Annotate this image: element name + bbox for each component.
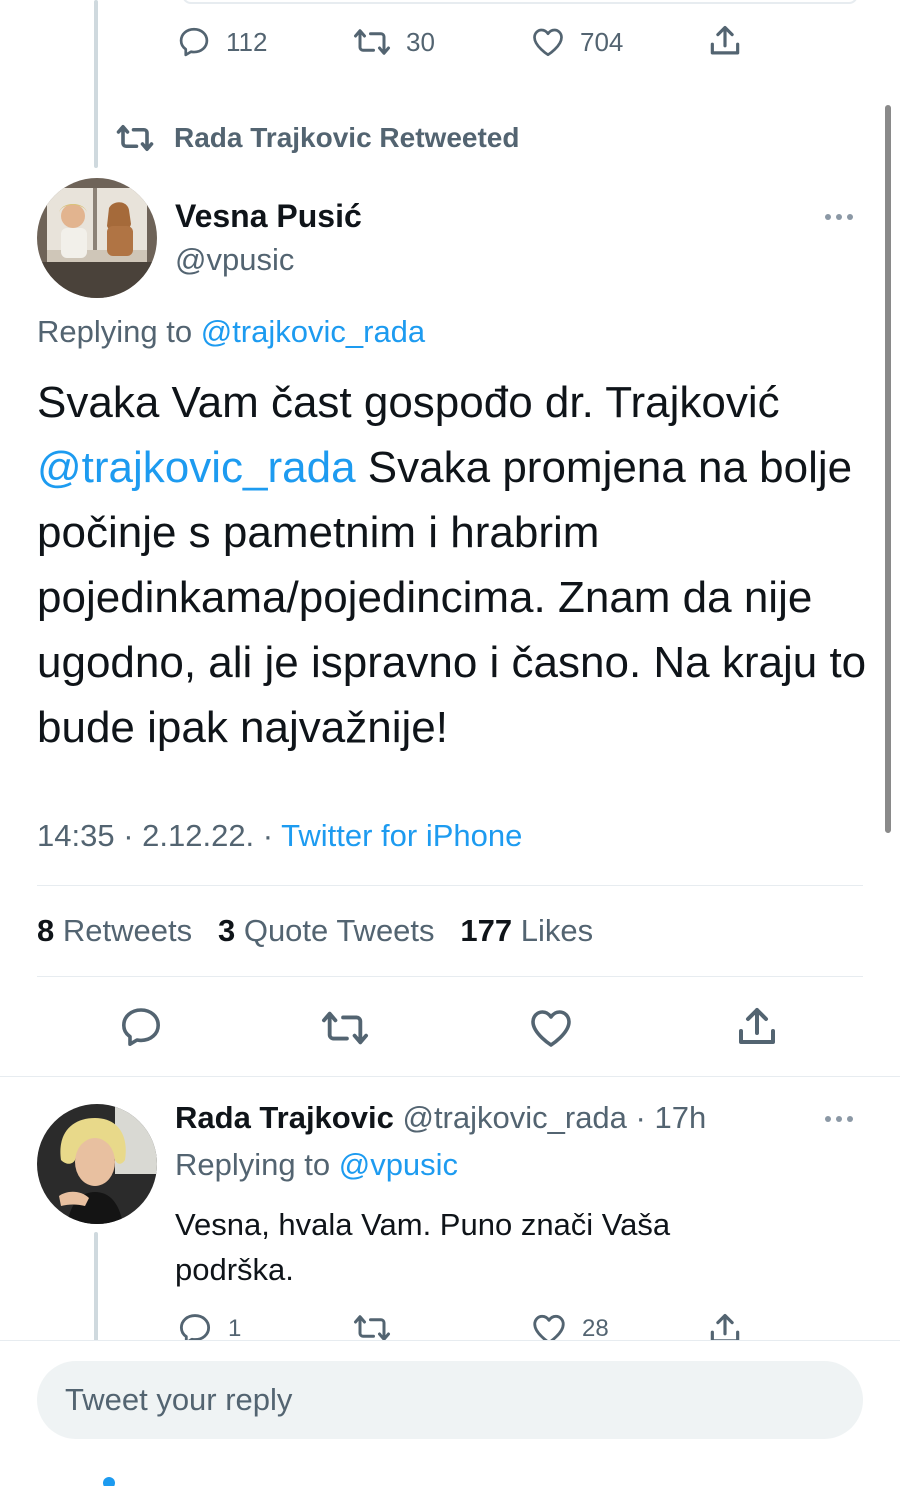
divider [37,885,863,886]
reply-actions-clip: 1 28 [0,1300,900,1340]
indicator-dot [103,1477,115,1486]
replying-prefix: Replying to [37,314,193,349]
avatar[interactable] [37,1104,157,1224]
prev-reply-button[interactable]: 112 [176,24,267,60]
prev-reply-count: 112 [226,26,268,57]
reply-more-options-button[interactable] [825,1116,853,1122]
share-icon [710,25,740,55]
tweet-text: Svaka Vam čast gospođo dr. Trajković @tr… [37,370,877,760]
reply-icon [179,1314,211,1340]
tweet-source-link[interactable]: Twitter for iPhone [281,818,522,853]
more-dot [825,1116,831,1122]
quotes-count: 3 [217,913,236,948]
reply-replying-to: Replying to @vpusic [175,1147,458,1183]
reply-icon [179,27,209,57]
divider [0,1076,900,1077]
replying-to-link[interactable]: @trajkovic_rada [201,314,425,349]
heart-icon [533,28,563,57]
prev-retweet-count: 30 [406,26,435,57]
retweets-label: Retweets [62,913,193,948]
reply-text: Vesna, hvala Vam. Puno znači Vaša podršk… [175,1207,671,1287]
tweet-stats: 8 Retweets 3 Quote Tweets 177 Likes [37,913,593,949]
heart-icon [531,1010,571,1047]
retweets-stat[interactable]: 8 Retweets [37,913,192,948]
prev-tweet-edge [182,0,858,4]
share-icon [710,1313,740,1340]
reply-like-button[interactable]: 28 [530,1310,609,1340]
reply-reply-count: 1 [228,1315,242,1340]
retweet-icon [354,29,390,55]
reply-like-count: 28 [582,1315,609,1340]
reply-time[interactable]: · 17h [627,1100,707,1135]
tweet-text-part1: Svaka Vam čast gospođo dr. Trajković [37,378,780,427]
more-dot [847,214,853,220]
retweet-banner[interactable]: Rada Trajkovic Retweeted [114,120,519,156]
reply-share-button[interactable] [706,1310,744,1340]
retweet-icon [321,1011,368,1045]
reply-header: Rada Trajkovic @trajkovic_rada · 17h [175,1100,706,1136]
prev-like-button[interactable]: 704 [530,24,623,60]
tweet-timestamp[interactable]: 14:35 · 2.12.22. · [37,818,281,853]
likes-stat[interactable]: 177 Likes [460,913,593,948]
retweet-icon [354,1315,390,1340]
retweet-icon [116,124,154,152]
reply-reply-button[interactable]: 1 [176,1310,241,1340]
replying-to: Replying to @trajkovic_rada [37,314,425,350]
reply-author-name[interactable]: Rada Trajkovic [175,1100,394,1135]
composer-bar [0,1340,900,1486]
reply-author-handle[interactable]: @trajkovic_rada [402,1100,626,1135]
avatar[interactable] [37,178,157,298]
reply-replying-prefix: Replying to [175,1147,331,1182]
reply-input[interactable] [37,1361,863,1439]
avatar-photo-icon [37,178,157,298]
reply-button[interactable] [117,1003,165,1051]
quotes-stat[interactable]: 3 Quote Tweets [218,913,435,948]
likes-count: 177 [460,913,513,948]
retweet-button[interactable] [318,1005,372,1051]
more-dot [836,214,842,220]
reply-retweet-button[interactable] [352,1310,392,1340]
tweet-meta: 14:35 · 2.12.22. · Twitter for iPhone [37,818,522,854]
prev-retweet-button[interactable]: 30 [352,24,435,60]
reply-replying-to-link[interactable]: @vpusic [339,1147,458,1182]
author-name[interactable]: Vesna Pusić [175,198,362,235]
thread-line-top [94,0,98,168]
like-button[interactable] [527,1004,575,1052]
prev-like-count: 704 [580,26,624,57]
tweet-mention-link[interactable]: @trajkovic_rada [37,443,356,492]
quotes-label: Quote Tweets [243,913,435,948]
retweet-banner-text: Rada Trajkovic Retweeted [174,122,520,153]
prev-share-button[interactable] [706,22,744,60]
likes-label: Likes [520,913,594,948]
share-icon [739,1008,775,1044]
share-button[interactable] [733,1002,781,1052]
scrollbar[interactable] [885,105,891,833]
author-handle[interactable]: @vpusic [175,242,294,278]
more-dot [847,1116,853,1122]
divider [37,976,863,977]
more-dot [836,1116,842,1122]
more-options-button[interactable] [825,214,853,220]
more-dot [825,214,831,220]
retweets-count: 8 [37,913,55,948]
heart-icon [533,1314,565,1340]
avatar-photo-icon [37,1104,157,1224]
reply-icon [122,1008,160,1046]
